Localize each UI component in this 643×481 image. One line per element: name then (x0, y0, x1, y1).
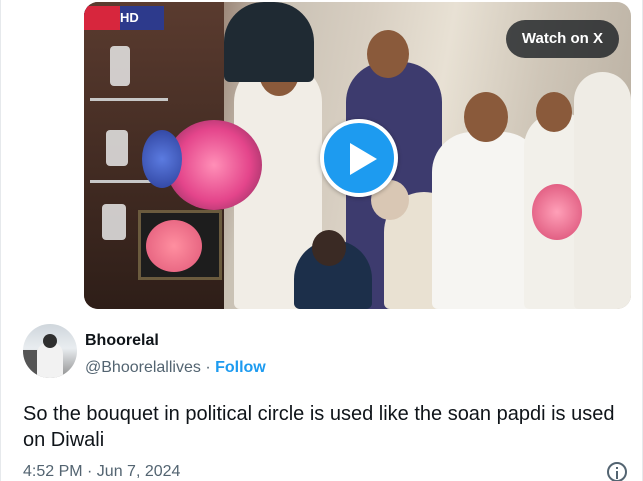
bouquet (146, 220, 202, 272)
lamp-decoration (110, 46, 130, 86)
play-button[interactable] (320, 119, 398, 197)
video-thumbnail[interactable]: HD Watch on X (84, 2, 631, 309)
separator-dot: · (205, 359, 211, 376)
banner-text: HD (120, 10, 139, 25)
handle-row: @Bhoorelallives · Follow (85, 359, 266, 377)
info-icon[interactable] (607, 462, 627, 481)
follow-link[interactable]: Follow (215, 359, 266, 376)
timestamp[interactable]: 4:52 PM · Jun 7, 2024 (23, 463, 180, 481)
person (574, 72, 631, 309)
person-head (367, 30, 409, 78)
bouquet (532, 184, 582, 240)
lamp-decoration (102, 204, 126, 240)
person-head (536, 92, 572, 132)
person (224, 2, 314, 82)
user-handle[interactable]: @Bhoorelallives (85, 359, 201, 376)
play-icon (350, 143, 377, 175)
tweet-text: So the bouquet in political circle is us… (23, 403, 615, 451)
person-head (464, 92, 508, 142)
bouquet (142, 130, 182, 188)
tweet-card: HD Watch on X Bhoorelal @Bhoorelallives … (0, 0, 643, 481)
avatar[interactable] (23, 324, 77, 378)
watch-on-x-button[interactable]: Watch on X (505, 20, 619, 58)
display-name[interactable]: Bhoorelal (85, 332, 159, 350)
lamp-decoration (106, 130, 128, 166)
person-head (312, 230, 346, 266)
shelf (90, 98, 168, 101)
